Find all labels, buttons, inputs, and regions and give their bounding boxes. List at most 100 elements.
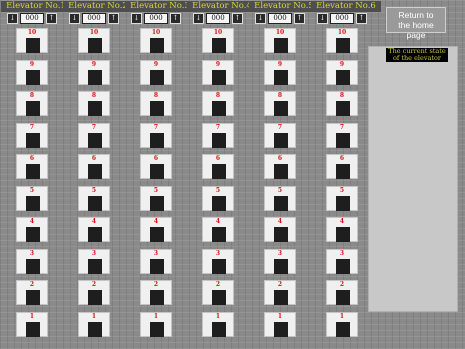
up-arrow-icon[interactable]: ↑ (294, 13, 305, 24)
floor-button[interactable]: 1 (78, 312, 110, 337)
status-panel-title: The current state of the elevator (386, 48, 448, 62)
floor-label: 9 (79, 62, 109, 68)
floor-button[interactable]: 2 (78, 280, 110, 305)
floor-button[interactable]: 8 (140, 91, 172, 116)
floor-label: 8 (265, 93, 295, 99)
floor-label: 9 (327, 62, 357, 68)
floor-button[interactable]: 4 (326, 217, 358, 242)
floor-button[interactable]: 9 (264, 60, 296, 85)
floor-button[interactable]: 4 (264, 217, 296, 242)
down-arrow-icon[interactable]: ↓ (131, 13, 142, 24)
floor-button[interactable]: 10 (78, 28, 110, 53)
floor-button[interactable]: 6 (16, 154, 48, 179)
floor-button[interactable]: 7 (326, 123, 358, 148)
floor-button[interactable]: 1 (16, 312, 48, 337)
floor-label: 4 (265, 219, 295, 225)
floor-button[interactable]: 4 (202, 217, 234, 242)
floor-button[interactable]: 3 (264, 249, 296, 274)
elevator-door (212, 290, 226, 305)
floor-button[interactable]: 7 (202, 123, 234, 148)
elevator-door (212, 38, 226, 53)
floor-button[interactable]: 5 (78, 186, 110, 211)
floor-label: 5 (79, 188, 109, 194)
floor-label: 10 (141, 30, 171, 36)
floor-button[interactable]: 7 (140, 123, 172, 148)
floor-label: 2 (203, 282, 233, 288)
floor-label: 1 (265, 314, 295, 320)
floor-button[interactable]: 6 (140, 154, 172, 179)
up-arrow-icon[interactable]: ↑ (108, 13, 119, 24)
down-arrow-icon[interactable]: ↓ (7, 13, 18, 24)
floor-button[interactable]: 5 (16, 186, 48, 211)
floor-button[interactable]: 3 (202, 249, 234, 274)
up-arrow-icon[interactable]: ↑ (356, 13, 367, 24)
floor-button[interactable]: 9 (16, 60, 48, 85)
floor-button[interactable]: 8 (16, 91, 48, 116)
floor-button[interactable]: 8 (264, 91, 296, 116)
floor-label: 6 (327, 156, 357, 162)
down-arrow-icon[interactable]: ↓ (193, 13, 204, 24)
floor-button[interactable]: 9 (202, 60, 234, 85)
floor-button[interactable]: 10 (326, 28, 358, 53)
floor-button[interactable]: 1 (140, 312, 172, 337)
floor-button[interactable]: 1 (264, 312, 296, 337)
floor-button[interactable]: 8 (202, 91, 234, 116)
elevator-shaft: 10 9 8 7 6 5 4 3 2 1 (324, 24, 362, 344)
down-arrow-icon[interactable]: ↓ (255, 13, 266, 24)
floor-button[interactable]: 5 (326, 186, 358, 211)
floor-button[interactable]: 8 (326, 91, 358, 116)
floor-button[interactable]: 5 (264, 186, 296, 211)
floor-button[interactable]: 10 (202, 28, 234, 53)
elevator-title: Elevator No.4 (187, 1, 257, 12)
floor-button[interactable]: 3 (78, 249, 110, 274)
floor-button[interactable]: 1 (326, 312, 358, 337)
elevator-shaft: 10 9 8 7 6 5 4 3 2 1 (76, 24, 114, 344)
floor-button[interactable]: 8 (78, 91, 110, 116)
floor-button[interactable]: 3 (140, 249, 172, 274)
floor-button[interactable]: 6 (264, 154, 296, 179)
floor-button[interactable]: 2 (326, 280, 358, 305)
floor-button[interactable]: 4 (16, 217, 48, 242)
floor-button[interactable]: 2 (16, 280, 48, 305)
floor-button[interactable]: 10 (16, 28, 48, 53)
floor-button[interactable]: 3 (326, 249, 358, 274)
floor-button[interactable]: 4 (78, 217, 110, 242)
floor-button[interactable]: 7 (16, 123, 48, 148)
floor-button[interactable]: 4 (140, 217, 172, 242)
floor-label: 3 (327, 251, 357, 257)
floor-button[interactable]: 6 (326, 154, 358, 179)
floor-button[interactable]: 6 (202, 154, 234, 179)
elevator-door (88, 322, 102, 337)
floor-label: 10 (79, 30, 109, 36)
elevator-door (274, 322, 288, 337)
elevator-door (212, 164, 226, 179)
floor-button[interactable]: 1 (202, 312, 234, 337)
floor-button[interactable]: 3 (16, 249, 48, 274)
floor-button[interactable]: 9 (140, 60, 172, 85)
elevator-door (336, 164, 350, 179)
floor-button[interactable]: 7 (78, 123, 110, 148)
up-arrow-icon[interactable]: ↑ (170, 13, 181, 24)
elevator-door (212, 70, 226, 85)
down-arrow-icon[interactable]: ↓ (317, 13, 328, 24)
floor-button[interactable]: 7 (264, 123, 296, 148)
floor-button[interactable]: 2 (264, 280, 296, 305)
floor-label: 8 (327, 93, 357, 99)
floor-label: 6 (203, 156, 233, 162)
down-arrow-icon[interactable]: ↓ (69, 13, 80, 24)
elevator-door (336, 101, 350, 116)
floor-button[interactable]: 5 (202, 186, 234, 211)
floor-button[interactable]: 9 (326, 60, 358, 85)
return-home-button[interactable]: Return to the home page (386, 7, 446, 33)
floor-button[interactable]: 10 (140, 28, 172, 53)
floor-button[interactable]: 6 (78, 154, 110, 179)
floor-button[interactable]: 9 (78, 60, 110, 85)
floor-label: 3 (141, 251, 171, 257)
floor-button[interactable]: 2 (140, 280, 172, 305)
floor-button[interactable]: 5 (140, 186, 172, 211)
floor-button[interactable]: 10 (264, 28, 296, 53)
elevator-door (336, 38, 350, 53)
up-arrow-icon[interactable]: ↑ (46, 13, 57, 24)
floor-button[interactable]: 2 (202, 280, 234, 305)
up-arrow-icon[interactable]: ↑ (232, 13, 243, 24)
